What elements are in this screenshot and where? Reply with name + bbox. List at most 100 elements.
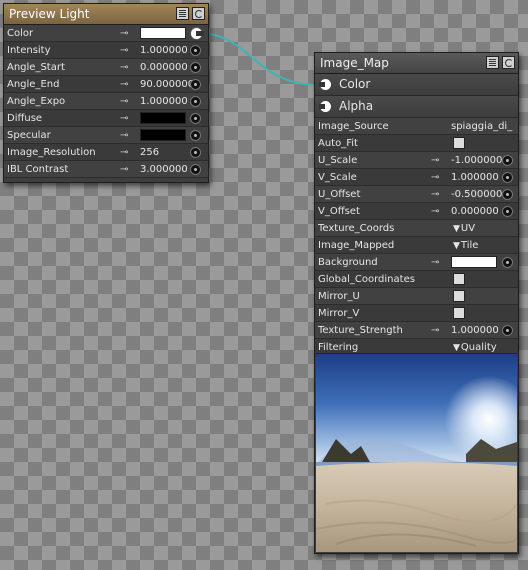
- output-color[interactable]: Color: [315, 74, 518, 96]
- param-row-background: Background ⊸: [315, 254, 518, 271]
- input-port-icon[interactable]: [190, 164, 201, 175]
- key-icon[interactable]: ⊸: [431, 203, 439, 220]
- param-label: U_Offset: [318, 189, 361, 200]
- beach-panorama-image: [316, 354, 517, 552]
- param-row-ibl-contrast: IBL Contrast ⊸ 3.000000: [4, 161, 208, 178]
- dropdown-arrow-icon: ▼: [453, 241, 460, 251]
- input-port-icon[interactable]: [502, 172, 513, 183]
- key-icon[interactable]: ⊸: [120, 25, 128, 42]
- param-row-image-source: Image_Source spiaggia_di_: [315, 118, 518, 135]
- param-value-field[interactable]: 0.000000: [451, 203, 499, 220]
- param-label: Mirror_V: [318, 308, 360, 319]
- param-label: Global_Coordinates: [318, 274, 415, 285]
- param-row-image-resolution: Image_Resolution ⊸ 256: [4, 144, 208, 161]
- key-icon[interactable]: ⊸: [120, 161, 128, 178]
- key-icon[interactable]: ⊸: [431, 186, 439, 203]
- param-label: Image_Mapped: [318, 240, 395, 251]
- dropdown-arrow-icon: ▼: [453, 224, 460, 234]
- input-port-icon[interactable]: [190, 113, 201, 124]
- input-port-icon[interactable]: [502, 257, 513, 268]
- node-menu-icon[interactable]: [176, 7, 189, 20]
- param-row-color: Color ⊸: [4, 25, 208, 42]
- param-value-field[interactable]: -1.000000: [451, 152, 502, 169]
- input-port-icon[interactable]: [190, 130, 201, 141]
- checkbox[interactable]: [453, 273, 465, 285]
- param-row-angle-start: Angle_Start ⊸ 0.000000: [4, 59, 208, 76]
- checkbox[interactable]: [453, 137, 465, 149]
- param-row-u-scale: U_Scale ⊸ -1.000000: [315, 152, 518, 169]
- input-port-icon[interactable]: [502, 189, 513, 200]
- output-alpha[interactable]: Alpha: [315, 96, 518, 118]
- param-row-diffuse: Diffuse ⊸: [4, 110, 208, 127]
- key-icon[interactable]: ⊸: [431, 152, 439, 169]
- param-label: IBL Contrast: [7, 164, 69, 175]
- input-port-icon[interactable]: [190, 45, 201, 56]
- param-label: Mirror_U: [318, 291, 360, 302]
- param-value-field[interactable]: 90.000000: [140, 76, 194, 93]
- param-label: Background: [318, 257, 378, 268]
- input-port-icon[interactable]: [190, 79, 201, 90]
- param-value-field[interactable]: 3.000000: [140, 161, 188, 178]
- image-map-node[interactable]: Image_Map Color Alpha Image_Source spiagg…: [314, 52, 519, 554]
- image-map-titlebar[interactable]: Image_Map: [315, 53, 518, 74]
- key-icon[interactable]: ⊸: [120, 110, 128, 127]
- param-label: Texture_Coords: [318, 223, 395, 234]
- param-row-v-offset: V_Offset ⊸ 0.000000: [315, 203, 518, 220]
- key-icon[interactable]: ⊸: [120, 93, 128, 110]
- param-value-field[interactable]: 1.000000: [140, 42, 188, 59]
- param-value-field[interactable]: -0.500000: [451, 186, 502, 203]
- param-label: Angle_Expo: [7, 96, 66, 107]
- param-label: Specular: [7, 130, 51, 141]
- dropdown-value: Tile: [460, 240, 479, 251]
- color-swatch[interactable]: [140, 27, 186, 39]
- input-port-icon[interactable]: [190, 27, 204, 40]
- image-map-preview: [316, 353, 517, 552]
- node-menu-icon[interactable]: [486, 56, 499, 69]
- param-row-specular: Specular ⊸: [4, 127, 208, 144]
- param-value-field[interactable]: 256: [140, 144, 159, 161]
- dropdown-select[interactable]: ▼Tile: [453, 237, 478, 255]
- key-icon[interactable]: ⊸: [120, 144, 128, 161]
- key-icon[interactable]: ⊸: [120, 76, 128, 93]
- key-icon[interactable]: ⊸: [120, 59, 128, 76]
- key-icon[interactable]: ⊸: [431, 169, 439, 186]
- color-swatch[interactable]: [451, 256, 497, 268]
- image-map-title: Image_Map: [320, 56, 389, 70]
- param-value-field[interactable]: 1.000000: [451, 169, 499, 186]
- param-row-texture-coords: Texture_Coords ▼UV: [315, 220, 518, 237]
- key-icon[interactable]: ⊸: [120, 127, 128, 144]
- param-label: Color: [7, 28, 34, 39]
- output-port-icon[interactable]: [319, 78, 332, 91]
- key-icon[interactable]: ⊸: [431, 322, 439, 339]
- input-port-icon[interactable]: [502, 155, 513, 166]
- node-refresh-icon[interactable]: [192, 7, 205, 20]
- preview-light-titlebar[interactable]: Preview Light: [4, 4, 208, 25]
- image-map-params: Image_Source spiaggia_di_ Auto_Fit U_Scale ⊸…: [315, 118, 518, 356]
- checkbox[interactable]: [453, 290, 465, 302]
- param-value-field[interactable]: 1.000000: [451, 322, 499, 339]
- param-value-field[interactable]: 0.000000: [140, 59, 188, 76]
- param-value-field[interactable]: 1.000000: [140, 93, 188, 110]
- output-alpha-label: Alpha: [339, 99, 374, 113]
- input-port-icon[interactable]: [190, 62, 201, 73]
- color-swatch[interactable]: [140, 129, 186, 141]
- param-row-image-mapped: Image_Mapped ▼Tile: [315, 237, 518, 254]
- preview-light-node[interactable]: Preview Light Color ⊸ Intensity ⊸ 1.000000 An…: [3, 3, 209, 183]
- param-row-angle-end: Angle_End ⊸ 90.000000: [4, 76, 208, 93]
- input-port-icon[interactable]: [502, 325, 513, 336]
- param-value-field[interactable]: spiaggia_di_: [451, 118, 512, 135]
- param-label: Image_Source: [318, 121, 389, 132]
- input-port-icon[interactable]: [190, 147, 201, 158]
- key-icon[interactable]: ⊸: [431, 254, 439, 271]
- input-port-icon[interactable]: [502, 206, 513, 217]
- input-port-icon[interactable]: [190, 96, 201, 107]
- param-label: Auto_Fit: [318, 138, 358, 149]
- param-row-auto-fit: Auto_Fit: [315, 135, 518, 152]
- key-icon[interactable]: ⊸: [120, 42, 128, 59]
- output-port-icon[interactable]: [319, 100, 332, 113]
- param-row-global-coordinates: Global_Coordinates: [315, 271, 518, 288]
- node-refresh-icon[interactable]: [502, 56, 515, 69]
- color-swatch[interactable]: [140, 112, 186, 124]
- checkbox[interactable]: [453, 307, 465, 319]
- dropdown-select[interactable]: ▼UV: [453, 220, 475, 238]
